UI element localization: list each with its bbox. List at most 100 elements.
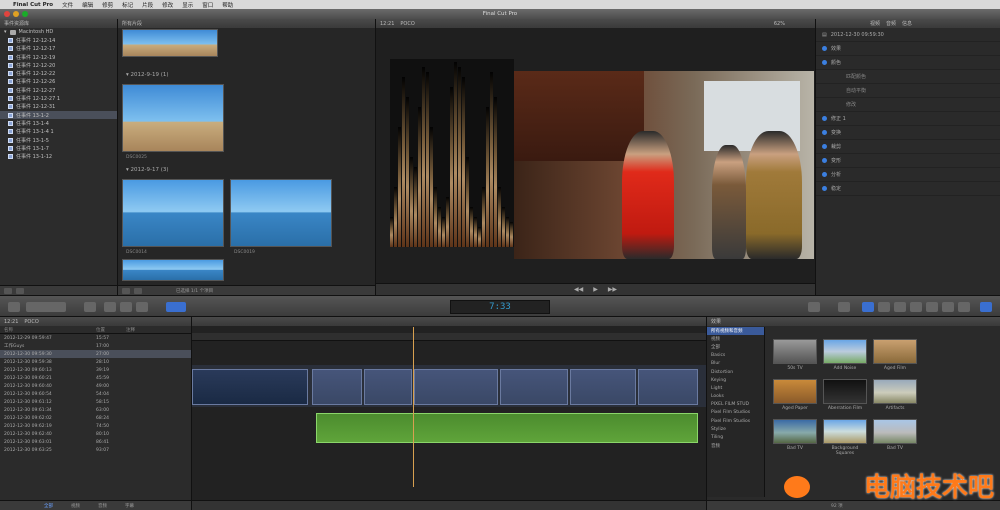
table-row[interactable]: 2012-12-30 09:63:25 93:07 <box>0 446 191 454</box>
enable-toggle-icon[interactable] <box>822 172 827 177</box>
menu-help[interactable]: 帮助 <box>222 1 233 9</box>
audio-clip[interactable] <box>316 413 698 443</box>
clip-thumbnail[interactable] <box>122 29 218 57</box>
tab-all[interactable]: 全部 <box>44 503 53 509</box>
inspector-toggle-icon[interactable] <box>862 302 874 312</box>
column-position[interactable]: 位置 <box>96 327 126 333</box>
event-item[interactable]: 任事件 13-1-7 <box>0 144 117 152</box>
video-clip[interactable] <box>312 369 362 405</box>
share-button[interactable] <box>26 302 66 312</box>
music-browser-icon[interactable] <box>910 302 922 312</box>
playhead[interactable] <box>413 327 414 487</box>
event-item[interactable]: 任事件 13-1-12 <box>0 152 117 160</box>
effect-thumbnail[interactable] <box>823 339 867 364</box>
inspector-subrow[interactable]: 匹配颜色 <box>816 70 1000 84</box>
connect-clip-icon[interactable] <box>104 302 116 312</box>
video-clip[interactable] <box>192 369 308 405</box>
enhance-icon[interactable] <box>808 302 820 312</box>
enable-toggle-icon[interactable] <box>822 158 827 163</box>
menu-file[interactable]: 文件 <box>62 1 73 9</box>
video-clip[interactable] <box>414 369 498 405</box>
effects-category[interactable]: Pixel Film Studios <box>707 417 764 425</box>
enable-toggle-icon[interactable] <box>822 130 827 135</box>
enable-toggle-icon[interactable] <box>822 116 827 121</box>
timeline-ruler[interactable] <box>192 333 706 341</box>
inspector-row[interactable]: 颜色 <box>816 56 1000 70</box>
effects-category[interactable]: Keying <box>707 376 764 384</box>
effects-category[interactable]: Distortion <box>707 368 764 376</box>
event-item[interactable]: 任事件 12-12-27 1 <box>0 94 117 102</box>
photo-browser-icon[interactable] <box>894 302 906 312</box>
table-row[interactable]: 2012-12-30 09:60:40 49:00 <box>0 382 191 390</box>
inspector-subrow[interactable]: 自动平衡 <box>816 84 1000 98</box>
menu-modify[interactable]: 修改 <box>162 1 173 9</box>
event-item[interactable]: 任事件 12-12-19 <box>0 53 117 61</box>
enable-toggle-icon[interactable] <box>822 46 827 51</box>
table-row[interactable]: 2012-12-30 09:60:54 54:04 <box>0 390 191 398</box>
event-item[interactable]: 任事件 12-12-31 <box>0 103 117 111</box>
show-hide-library-icon[interactable] <box>4 287 12 294</box>
inspector-subrow[interactable]: 修改 <box>816 98 1000 112</box>
clip-thumbnail[interactable] <box>122 259 224 281</box>
inspector-row[interactable]: 变换 <box>816 126 1000 140</box>
effects-category[interactable]: Stylize <box>707 425 764 433</box>
video-clip[interactable] <box>570 369 636 405</box>
inspector-row[interactable]: 裁剪 <box>816 140 1000 154</box>
effect-thumbnail[interactable] <box>873 339 917 364</box>
enable-toggle-icon[interactable] <box>822 186 827 191</box>
retime-icon[interactable] <box>838 302 850 312</box>
inspector-row[interactable]: 修正 1 <box>816 112 1000 126</box>
table-row[interactable]: 2012-12-30 09:63:01 86:41 <box>0 438 191 446</box>
table-row[interactable]: 2012-12-30 09:61:34 63:00 <box>0 406 191 414</box>
event-item[interactable]: 任事件 13-1-4 <box>0 119 117 127</box>
enable-toggle-icon[interactable] <box>822 60 827 65</box>
event-item[interactable]: 任事件 13-1-5 <box>0 136 117 144</box>
clip-thumbnail[interactable] <box>122 84 224 152</box>
insert-clip-icon[interactable] <box>120 302 132 312</box>
effects-category[interactable]: 音频 <box>707 442 764 450</box>
column-name[interactable]: 名称 <box>4 327 96 333</box>
table-row[interactable]: 2012-12-30 09:60:13 39:19 <box>0 366 191 374</box>
table-row[interactable]: 2012-12-30 09:62:02 68:24 <box>0 414 191 422</box>
play-icon[interactable]: ▶ <box>593 286 598 293</box>
menu-trim[interactable]: 修剪 <box>102 1 113 9</box>
video-clip[interactable] <box>638 369 698 405</box>
previous-edit-icon[interactable]: ◀◀ <box>574 286 583 293</box>
effect-thumbnail[interactable] <box>773 339 817 364</box>
clip-thumbnail[interactable] <box>230 179 332 247</box>
menu-mark[interactable]: 标记 <box>122 1 133 9</box>
event-item[interactable]: 任事件 12-12-17 <box>0 45 117 53</box>
effects-category[interactable]: 全部 <box>707 343 764 351</box>
title-browser-icon[interactable] <box>926 302 938 312</box>
effects-category[interactable]: Light <box>707 384 764 392</box>
inspector-tab-audio[interactable]: 音频 <box>886 20 896 27</box>
event-item[interactable]: 任事件 12-12-14 <box>0 36 117 44</box>
menu-edit[interactable]: 编辑 <box>82 1 93 9</box>
disclosure-triangle-icon[interactable]: ▾ <box>4 29 7 35</box>
event-item[interactable]: 任事件 12-12-20 <box>0 61 117 69</box>
date-group-header[interactable]: ▾ 2012-9-19 (1) <box>126 72 169 78</box>
effects-category-header[interactable]: 所有视频和音频 <box>707 327 764 336</box>
menu-clip[interactable]: 片段 <box>142 1 153 9</box>
effect-thumbnail[interactable] <box>823 419 867 444</box>
table-row[interactable]: 2012-12-30 09:59:38 28:10 <box>0 358 191 366</box>
disk-item[interactable]: ▾ Macintosh HD <box>0 28 117 36</box>
menu-window[interactable]: 窗口 <box>202 1 213 9</box>
video-clip[interactable] <box>364 369 412 405</box>
effect-thumbnail[interactable] <box>823 379 867 404</box>
event-item[interactable]: 任事件 13-1-4 1 <box>0 128 117 136</box>
effect-thumbnail[interactable] <box>873 419 917 444</box>
enable-toggle-icon[interactable] <box>822 144 827 149</box>
effects-category[interactable]: Tiling <box>707 433 764 441</box>
clip-thumbnail[interactable] <box>122 179 224 247</box>
effects-category[interactable]: Looks <box>707 393 764 401</box>
effect-thumbnail[interactable] <box>773 419 817 444</box>
tab-audio[interactable]: 音频 <box>98 503 107 509</box>
inspector-row[interactable]: 稳定 <box>816 182 1000 196</box>
event-item[interactable]: 任事件 12-12-27 <box>0 86 117 94</box>
effect-thumbnail[interactable] <box>773 379 817 404</box>
column-notes[interactable]: 注释 <box>126 327 135 333</box>
inspector-tab-info[interactable]: 信息 <box>902 20 912 27</box>
dashboard-timecode[interactable]: 7:33 <box>450 300 550 314</box>
effects-category[interactable]: 视频 <box>707 335 764 343</box>
